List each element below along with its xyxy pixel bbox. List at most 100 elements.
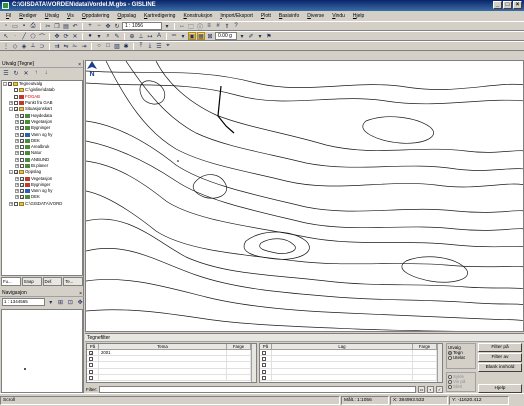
column-header-tema[interactable]: Tema [99,344,227,349]
open-folder-icon[interactable]: ▭ [11,22,19,30]
lock-icon[interactable]: ⊠ [206,32,214,40]
scrollbar[interactable] [437,344,442,382]
circle-icon[interactable]: ○ [95,42,103,50]
zoom-out-icon[interactable]: − [95,22,103,30]
filter-on-button[interactable]: Filter på [478,343,522,352]
mirror-icon[interactable]: ⇋ [62,42,70,50]
layer-visibility-checkbox[interactable] [20,157,24,162]
pan-icon[interactable]: ✥ [104,22,112,30]
open-folder-icon[interactable]: ▭ [418,385,425,393]
zoom-window-icon[interactable]: ⊡ [66,298,74,306]
tab-def[interactable]: Def. [42,277,63,286]
flag-icon[interactable]: ⚑ [265,32,273,40]
expand-icon[interactable]: + [15,151,19,156]
tema-cell[interactable] [99,374,227,380]
row-checkbox[interactable] [89,363,93,368]
row-checkbox[interactable] [89,357,93,362]
tema-cell[interactable] [99,356,227,362]
expand-icon[interactable]: + [15,182,19,187]
layer-visibility-checkbox[interactable] [14,170,18,175]
layer-tree-item[interactable]: + C:\GISDATA\VORD [2,201,82,207]
north-icon[interactable]: ⇑ [223,22,231,30]
height-field[interactable]: 0.00 g [215,32,237,40]
menu-rediger[interactable]: Rediger [15,11,41,21]
layer-down-icon[interactable]: ⤓ [146,42,154,50]
help-button[interactable]: Hjelp [478,384,522,393]
highlight-tool-icon[interactable]: ▦ [197,32,205,40]
minimize-button[interactable]: _ [493,1,502,9]
expand-icon[interactable]: + [15,164,19,168]
lag-cell[interactable] [272,368,413,374]
arc-icon[interactable]: ⌒ [38,32,46,41]
dropdown-icon[interactable]: ▾ [238,32,246,40]
row-checkbox[interactable] [262,375,266,380]
close-icon[interactable]: × [78,61,81,69]
farge-cell[interactable] [227,374,251,380]
new-file-icon[interactable]: ▫ [2,22,10,30]
select-icon[interactable]: ⬚ [187,22,195,30]
collapse-icon[interactable]: - [9,170,13,175]
pointer-icon[interactable]: ↖ [2,32,10,40]
layer-visibility-checkbox[interactable] [14,201,18,206]
expand-icon[interactable]: + [15,195,19,200]
collapse-icon[interactable]: - [9,107,13,112]
grid-icon[interactable]: # [214,22,222,30]
map-canvas[interactable]: N [85,60,524,332]
rotate-icon[interactable]: ⟳ [62,32,70,40]
farge-cell[interactable] [413,368,437,374]
filter-off-button[interactable]: Filter av [478,353,522,362]
refresh-icon[interactable]: ↻ [113,22,121,30]
copy-icon[interactable]: ❐ [53,22,61,30]
rect-icon[interactable]: □ [104,42,112,50]
menu-hjelp[interactable]: Hjelp [349,11,368,21]
layer-visibility-checkbox[interactable] [20,113,24,118]
pan-icon[interactable]: ✥ [76,298,84,306]
tab-te[interactable]: Te... [63,277,83,286]
row-checkbox[interactable] [89,369,93,374]
menu-oppdatering[interactable]: Oppdatering [78,11,114,21]
scrollbar[interactable] [251,344,256,382]
column-header-farge[interactable]: Farge [227,344,251,349]
menu-import-eksport[interactable]: Import/Eksport [216,11,257,21]
save-icon[interactable]: ▪ [20,22,28,30]
row-checkbox[interactable] [262,351,266,355]
menu-basisinfo[interactable]: Basisinfo [275,11,303,21]
polygon-icon[interactable]: ⬠ [29,32,37,40]
save-icon[interactable]: ▪ [427,385,434,393]
dropdown-icon[interactable]: ▾ [163,22,171,30]
tab-fu[interactable]: Fu... [1,277,21,286]
zoom-in-icon[interactable]: + [86,22,94,30]
navigation-scale-field[interactable]: 1 : 1344565 [2,298,45,306]
maximize-button[interactable]: □ [503,1,512,9]
delete-icon[interactable]: ✕ [71,32,79,40]
menu-konstruksjon[interactable]: Konstruksjon [179,11,216,21]
row-checkbox[interactable] [262,363,266,368]
expand-icon[interactable]: + [15,176,19,181]
close-button[interactable]: × [513,1,522,9]
dropdown-icon[interactable]: ▾ [256,32,264,40]
farge-cell[interactable] [413,362,437,368]
line-icon[interactable]: ╱ [20,32,28,40]
layer-visibility-checkbox[interactable] [20,126,24,131]
menu-vindu[interactable]: Vindu [328,11,349,21]
layer-up-icon[interactable]: ⤒ [137,42,145,50]
layer-delete-icon[interactable]: ✕ [22,69,30,77]
filter-input[interactable] [99,385,416,393]
node-icon[interactable]: ◇ [11,42,19,50]
dropdown-icon[interactable]: ▾ [47,298,55,306]
column-header-pa[interactable]: På [260,344,272,349]
menu-kartredigering[interactable]: Kartredigering [140,11,179,21]
layer-refresh-icon[interactable]: ↻ [12,69,20,77]
menu-utvalg[interactable]: Utvalg [41,11,63,21]
expand-icon[interactable]: + [15,157,19,162]
layer-visibility-checkbox[interactable] [8,82,12,87]
arrow-down-icon[interactable]: ▾ [95,32,103,40]
split-icon[interactable]: ⟂ [29,42,37,50]
layer-visibility-checkbox[interactable] [20,151,24,156]
column-header-farge[interactable]: Farge [413,344,437,349]
layer-add-icon[interactable]: ☰ [2,69,10,77]
column-header-lag[interactable]: Lag [272,344,413,349]
row-checkbox[interactable] [262,369,266,374]
farge-cell[interactable] [227,350,251,356]
farge-cell[interactable] [227,368,251,374]
